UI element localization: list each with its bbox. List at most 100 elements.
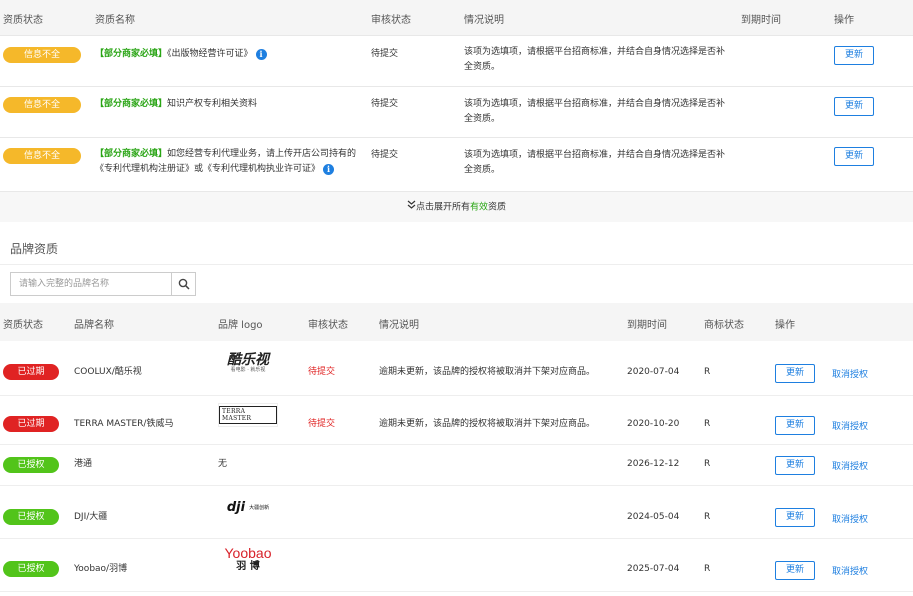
- trademark-status: R: [704, 512, 711, 522]
- update-button[interactable]: 更新: [775, 456, 815, 475]
- expire-date: 2024-05-04: [627, 512, 680, 522]
- logo-main: Yoobao: [224, 544, 272, 561]
- brand-logo: Yoobao 羽 博: [218, 544, 278, 574]
- brand-table-header: 资质状态 品牌名称 品牌 logo 审核状态 情况说明 到期时间 商标状态 操作: [0, 303, 913, 341]
- trademark-status: R: [704, 367, 711, 377]
- update-button[interactable]: 更新: [775, 364, 815, 383]
- header-name: 资质名称: [95, 15, 135, 26]
- header-expire: 到期时间: [741, 15, 781, 26]
- expire-date: 2020-07-04: [627, 367, 680, 377]
- brand-name: TERRA MASTER/铁威马: [74, 419, 174, 429]
- description: 逾期未更新，该品牌的授权将被取消并下架对应商品。: [379, 367, 596, 377]
- brand-search: [10, 272, 196, 296]
- cancel-authorization-link[interactable]: 取消授权: [832, 564, 868, 577]
- status-badge: 已过期: [3, 416, 59, 432]
- header-brand-logo: 品牌 logo: [218, 320, 263, 331]
- qualification-title: 知识产权专利相关资料: [167, 99, 258, 109]
- info-icon[interactable]: i: [323, 164, 335, 175]
- status-badge: 信息不全: [3, 97, 81, 113]
- logo-main: dji: [226, 499, 246, 515]
- cancel-authorization-link[interactable]: 取消授权: [832, 512, 868, 525]
- expand-text-prefix: 点击展开所有: [415, 202, 470, 213]
- header-audit: 审核状态: [308, 320, 348, 331]
- audit-status: 待提交: [371, 150, 399, 160]
- table-row: 已过期 TERRA MASTER/铁威马 TERRA MASTER 待提交 逾期…: [0, 397, 913, 445]
- double-chevron-down-icon: [407, 192, 416, 222]
- trademark-status: R: [704, 419, 711, 429]
- table-row: 信息不全 【部分商家必填】知识产权专利相关资料 待提交 该项为选填项，请根据平台…: [0, 88, 913, 138]
- cancel-authorization-link[interactable]: 取消授权: [832, 419, 868, 432]
- update-button[interactable]: 更新: [834, 46, 874, 65]
- table-row: 已授权 港通 无 2026-12-12 R 更新 取消授权: [0, 446, 913, 486]
- qualification-title: 《出版物经营许可证》: [167, 49, 253, 59]
- logo-main: 酷乐视: [227, 351, 269, 368]
- logo-sub: 羽 博: [236, 560, 260, 572]
- update-button[interactable]: 更新: [834, 97, 874, 116]
- update-button[interactable]: 更新: [775, 416, 815, 435]
- description: 逾期未更新，该品牌的授权将被取消并下架对应商品。: [379, 419, 596, 429]
- status-badge: 信息不全: [3, 47, 81, 63]
- header-trademark: 商标状态: [704, 320, 744, 331]
- expire-date: 2025-07-04: [627, 564, 680, 574]
- qualification-table-header: 资质状态 资质名称 审核状态 情况说明 到期时间 操作: [0, 0, 913, 36]
- audit-status: 待提交: [371, 49, 399, 59]
- status-badge: 已过期: [3, 364, 59, 380]
- header-desc: 情况说明: [464, 15, 504, 26]
- brand-name: 港通: [74, 459, 93, 469]
- required-tag: 【部分商家必填】: [95, 49, 168, 59]
- expand-text-highlight: 有效: [469, 202, 488, 213]
- update-button[interactable]: 更新: [775, 508, 815, 527]
- expand-all-toggle[interactable]: 点击展开所有有效资质: [0, 192, 913, 222]
- audit-status: 待提交: [371, 99, 399, 109]
- audit-status: 待提交: [308, 367, 336, 377]
- required-tag: 【部分商家必填】: [95, 99, 168, 109]
- header-status: 资质状态: [3, 320, 43, 331]
- section-title: 品牌资质: [10, 242, 59, 256]
- brand-logo: 酷乐视 看电影 · 就乐视: [218, 351, 278, 375]
- status-badge: 已授权: [3, 509, 59, 525]
- audit-status: 待提交: [308, 419, 336, 429]
- brand-name: COOLUX/酷乐视: [74, 367, 142, 377]
- brand-name: DJI/大疆: [74, 512, 108, 522]
- update-button[interactable]: 更新: [775, 561, 815, 580]
- status-badge: 已授权: [3, 457, 59, 473]
- status-badge: 信息不全: [3, 148, 81, 164]
- description: 该项为选填项，请根据平台招商标准，并结合自身情况选择是否补全资质。: [464, 150, 726, 175]
- table-row: 已过期 COOLUX/酷乐视 酷乐视 看电影 · 就乐视 待提交 逾期未更新，该…: [0, 341, 913, 396]
- table-row: 信息不全 【部分商家必填】如您经营专利代理业务，请上传开店公司持有的《专利代理机…: [0, 139, 913, 192]
- cancel-authorization-link[interactable]: 取消授权: [832, 459, 868, 472]
- search-icon: [178, 278, 190, 293]
- search-input[interactable]: [11, 273, 173, 295]
- qualification-name: 【部分商家必填】如您经营专利代理业务，请上传开店公司持有的《专利代理机构注册证》…: [95, 147, 360, 177]
- trademark-status: R: [704, 459, 711, 469]
- required-tag: 【部分商家必填】: [95, 149, 168, 159]
- header-brand-name: 品牌名称: [74, 320, 114, 331]
- description: 该项为选填项，请根据平台招商标准，并结合自身情况选择是否补全资质。: [464, 47, 726, 72]
- brand-logo-none: 无: [218, 459, 228, 469]
- table-row: 已授权 DJI/大疆 dji 大疆创新 2024-05-04 R 更新 取消授权: [0, 487, 913, 539]
- expire-date: 2026-12-12: [627, 459, 680, 469]
- header-desc: 情况说明: [379, 320, 419, 331]
- header-status: 资质状态: [3, 15, 43, 26]
- header-action: 操作: [834, 15, 854, 26]
- qualification-name: 【部分商家必填】知识产权专利相关资料: [95, 97, 257, 112]
- table-row: 信息不全 【部分商家必填】《出版物经营许可证》 i 待提交 该项为选填项，请根据平…: [0, 37, 913, 87]
- cancel-authorization-link[interactable]: 取消授权: [832, 367, 868, 380]
- logo-sub: 大疆创新: [249, 504, 270, 511]
- expire-date: 2020-10-20: [627, 419, 680, 429]
- search-button[interactable]: [171, 273, 195, 295]
- table-row: 已授权 Yoobao/羽博 Yoobao 羽 博 2025-07-04 R 更新…: [0, 540, 913, 592]
- divider: [0, 264, 913, 265]
- update-button[interactable]: 更新: [834, 147, 874, 166]
- logo-sub: 看电影 · 就乐视: [230, 366, 266, 373]
- brand-logo: TERRA MASTER: [218, 403, 278, 427]
- brand-logo: dji 大疆创新: [218, 495, 278, 519]
- expand-text-suffix: 资质: [488, 202, 507, 213]
- header-audit: 审核状态: [371, 15, 411, 26]
- trademark-status: R: [704, 564, 711, 574]
- header-expire: 到期时间: [627, 320, 667, 331]
- qualification-name: 【部分商家必填】《出版物经营许可证》 i: [95, 47, 267, 62]
- info-icon[interactable]: i: [255, 49, 267, 60]
- description: 该项为选填项，请根据平台招商标准，并结合自身情况选择是否补全资质。: [464, 99, 726, 124]
- logo-main: TERRA MASTER: [219, 406, 277, 424]
